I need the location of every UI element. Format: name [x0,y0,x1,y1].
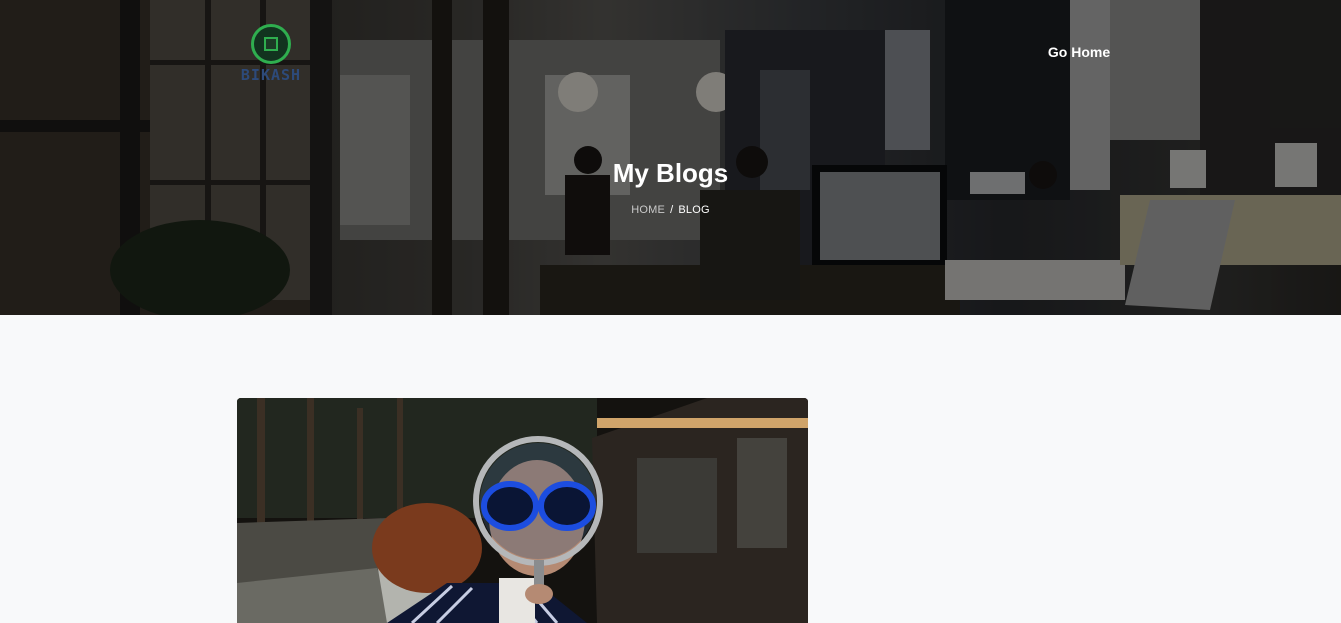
page-hero: BIKASH Go Home My Blogs HOME / BLOG [0,0,1341,315]
logo-ring-icon [251,24,291,64]
breadcrumb: HOME / BLOG [0,204,1341,216]
breadcrumb-current: BLOG [678,204,710,216]
site-logo[interactable]: BIKASH [233,22,309,88]
page-title: My Blogs [612,158,729,188]
logo-chip-icon [264,37,278,51]
blog-post-card[interactable] [237,398,808,623]
breadcrumb-home-link[interactable]: HOME [631,204,665,216]
logo-wordmark: BIKASH [240,66,302,84]
go-home-link[interactable]: Go Home [1040,44,1118,60]
breadcrumb-separator: / [670,204,674,216]
blog-post-image[interactable] [237,398,808,623]
